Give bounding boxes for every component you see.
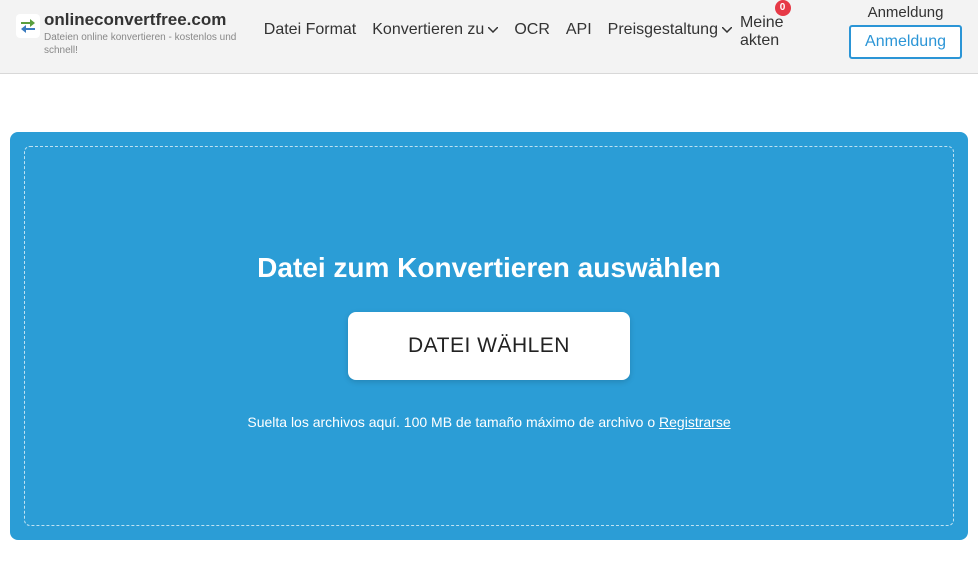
nav-pricing-label: Preisgestaltung: [608, 21, 718, 39]
login-link[interactable]: Anmeldung: [868, 4, 944, 21]
dropzone-inner: Datei zum Konvertieren auswählen DATEI W…: [24, 146, 954, 526]
dropzone-hint: Suelta los archivos aquí. 100 MB de tama…: [247, 414, 730, 430]
nav-convert-to-label: Konvertieren zu: [372, 21, 484, 39]
dropzone-hint-text: Suelta los archivos aquí. 100 MB de tama…: [247, 414, 659, 430]
site-name: onlineconvertfree.com: [44, 10, 252, 30]
main-nav: Datei Format Konvertieren zu OCR API Pre…: [264, 21, 732, 39]
header-right: 0 Meine akten Anmeldung Anmeldung: [740, 4, 962, 59]
brand[interactable]: onlineconvertfree.com Dateien online kon…: [16, 10, 252, 56]
nav-ocr[interactable]: OCR: [514, 21, 550, 39]
choose-file-button[interactable]: DATEI WÄHLEN: [348, 312, 630, 380]
convert-arrows-icon: [16, 14, 40, 38]
brand-text: onlineconvertfree.com Dateien online kon…: [44, 10, 252, 56]
tagline: Dateien online konvertieren - kostenlos …: [44, 31, 252, 57]
signup-button[interactable]: Anmeldung: [849, 25, 962, 59]
auth-column: Anmeldung Anmeldung: [849, 4, 962, 59]
chevron-down-icon: [722, 27, 732, 33]
my-files-label: Meine akten: [740, 14, 784, 49]
register-link[interactable]: Registrarse: [659, 414, 731, 430]
nav-file-format[interactable]: Datei Format: [264, 21, 356, 39]
dropzone-title: Datei zum Konvertieren auswählen: [257, 252, 721, 284]
nav-pricing[interactable]: Preisgestaltung: [608, 21, 732, 39]
chevron-down-icon: [488, 27, 498, 33]
nav-api[interactable]: API: [566, 21, 592, 39]
my-files-link[interactable]: 0 Meine akten: [740, 14, 825, 50]
files-count-badge: 0: [775, 0, 791, 16]
dropzone[interactable]: Datei zum Konvertieren auswählen DATEI W…: [10, 132, 968, 540]
nav-convert-to[interactable]: Konvertieren zu: [372, 21, 498, 39]
main-content: Datei zum Konvertieren auswählen DATEI W…: [0, 74, 978, 550]
header: onlineconvertfree.com Dateien online kon…: [0, 0, 978, 74]
